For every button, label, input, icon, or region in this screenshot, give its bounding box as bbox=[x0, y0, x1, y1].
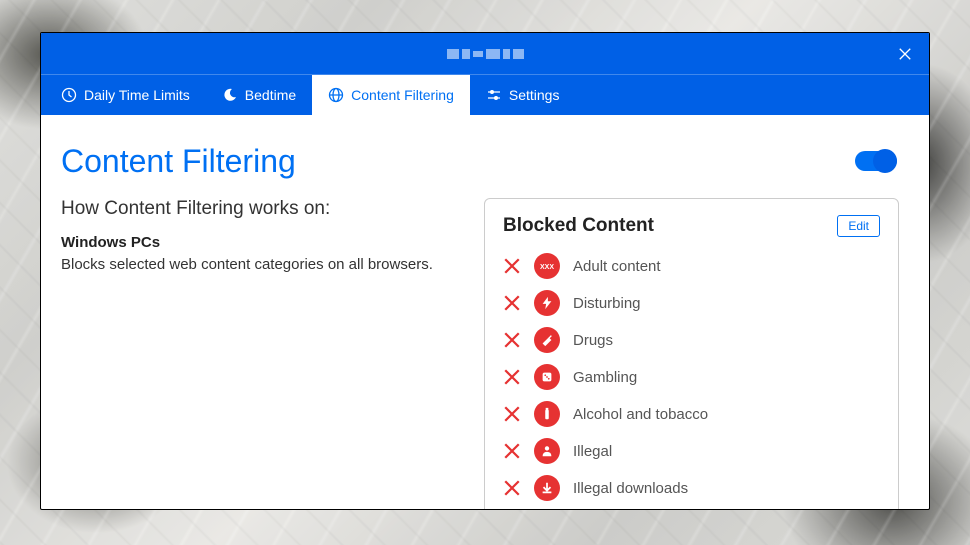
blocked-content-panel: Blocked Content Edit XXX Adult content bbox=[484, 198, 899, 509]
platform-description: Blocks selected web content categories o… bbox=[61, 254, 454, 275]
how-works-heading: How Content Filtering works on: bbox=[61, 198, 454, 220]
list-item: Drugs bbox=[503, 327, 880, 353]
category-label: Alcohol and tobacco bbox=[573, 406, 708, 423]
adult-content-icon: XXX bbox=[534, 253, 560, 279]
clock-icon bbox=[61, 87, 77, 103]
x-icon bbox=[503, 257, 521, 275]
category-label: Disturbing bbox=[573, 295, 641, 312]
tab-daily-time-limits[interactable]: Daily Time Limits bbox=[45, 75, 206, 115]
svg-text:XXX: XXX bbox=[540, 264, 554, 271]
category-label: Drugs bbox=[573, 332, 613, 349]
tab-content-filtering[interactable]: Content Filtering bbox=[312, 75, 470, 115]
x-icon bbox=[503, 331, 521, 349]
list-item: Disturbing bbox=[503, 290, 880, 316]
tab-settings[interactable]: Settings bbox=[470, 75, 576, 115]
x-icon bbox=[503, 294, 521, 312]
blocked-content-title: Blocked Content bbox=[503, 215, 654, 237]
x-icon bbox=[503, 405, 521, 423]
blocked-list: XXX Adult content Disturbing bbox=[503, 253, 880, 501]
category-label: Gambling bbox=[573, 369, 637, 386]
edit-button[interactable]: Edit bbox=[837, 215, 880, 237]
disturbing-icon bbox=[534, 290, 560, 316]
moon-icon bbox=[222, 87, 238, 103]
x-icon bbox=[503, 368, 521, 386]
globe-icon bbox=[328, 87, 344, 103]
x-icon bbox=[503, 442, 521, 460]
category-label: Adult content bbox=[573, 258, 661, 275]
category-label: Illegal downloads bbox=[573, 480, 688, 497]
sliders-icon bbox=[486, 87, 502, 103]
content-filtering-toggle[interactable] bbox=[855, 151, 897, 171]
alcohol-tobacco-icon bbox=[534, 401, 560, 427]
list-item: Alcohol and tobacco bbox=[503, 401, 880, 427]
titlebar-title-obscured bbox=[447, 49, 524, 59]
tab-label: Daily Time Limits bbox=[84, 87, 190, 103]
platform-name: Windows PCs bbox=[61, 234, 454, 251]
list-item: XXX Adult content bbox=[503, 253, 880, 279]
x-icon bbox=[503, 479, 521, 497]
list-item: Illegal bbox=[503, 438, 880, 464]
tab-label: Content Filtering bbox=[351, 87, 454, 103]
close-icon bbox=[898, 47, 912, 61]
list-item: Gambling bbox=[503, 364, 880, 390]
illegal-downloads-icon bbox=[534, 475, 560, 501]
illegal-icon bbox=[534, 438, 560, 464]
drugs-icon bbox=[534, 327, 560, 353]
gambling-icon bbox=[534, 364, 560, 390]
tab-bedtime[interactable]: Bedtime bbox=[206, 75, 312, 115]
page-title: Content Filtering bbox=[61, 143, 899, 180]
tab-bar: Daily Time Limits Bedtime Content Filter… bbox=[41, 75, 929, 115]
list-item: Illegal downloads bbox=[503, 475, 880, 501]
content-area: Content Filtering How Content Filtering … bbox=[41, 115, 929, 509]
tab-label: Settings bbox=[509, 87, 560, 103]
titlebar bbox=[41, 33, 929, 75]
description-column: How Content Filtering works on: Windows … bbox=[61, 198, 454, 509]
category-label: Illegal bbox=[573, 443, 612, 460]
close-button[interactable] bbox=[895, 44, 915, 64]
tab-label: Bedtime bbox=[245, 87, 296, 103]
app-window: Daily Time Limits Bedtime Content Filter… bbox=[40, 32, 930, 510]
